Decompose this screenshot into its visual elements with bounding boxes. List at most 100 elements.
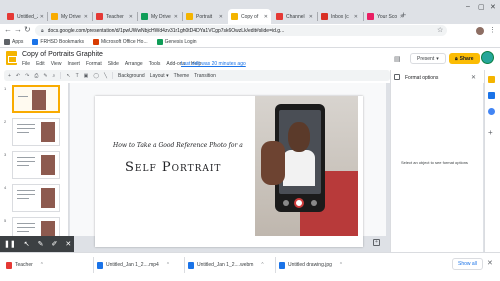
- tab-favicon-icon: [141, 13, 148, 20]
- reload-button[interactable]: ↻: [24, 25, 31, 34]
- browser-tab[interactable]: My Drive ✕: [48, 9, 91, 24]
- menu-arrange[interactable]: Arrange: [125, 61, 143, 67]
- redo-icon[interactable]: ↷: [25, 73, 29, 79]
- bookmark-apps[interactable]: Apps: [4, 39, 23, 45]
- close-tab-icon[interactable]: ✕: [219, 14, 223, 20]
- theme-button[interactable]: Theme: [174, 73, 190, 79]
- close-tab-icon[interactable]: ✕: [84, 14, 88, 20]
- forward-button[interactable]: →: [14, 25, 22, 34]
- image-icon[interactable]: ▣: [84, 73, 89, 79]
- document-title[interactable]: Copy of Portraits Graphite: [22, 51, 103, 58]
- menu-edit[interactable]: Edit: [36, 61, 45, 67]
- close-tab-icon[interactable]: ✕: [40, 14, 44, 20]
- bookmark-frhsd[interactable]: FRHSD Bookmarks: [32, 39, 84, 45]
- slides-logo-icon[interactable]: [6, 51, 17, 65]
- slide-subtitle[interactable]: How to Take a Good Reference Photo for a: [113, 142, 243, 149]
- zoom-icon[interactable]: ⌕: [53, 73, 56, 79]
- browser-tab[interactable]: Portrait ✕: [183, 9, 226, 24]
- browser-menu-icon[interactable]: ⋮: [489, 26, 496, 34]
- highlighter-icon[interactable]: ✐: [51, 240, 57, 248]
- photo-flip-icon: [311, 200, 317, 206]
- menu-tools[interactable]: Tools: [149, 61, 161, 67]
- back-button[interactable]: ←: [4, 25, 12, 34]
- slide-thumbnail[interactable]: 4: [0, 183, 68, 216]
- bookmark-star-icon[interactable]: ☆: [437, 26, 443, 34]
- slide-thumbnail[interactable]: 2: [0, 117, 68, 150]
- menu-format[interactable]: Format: [86, 61, 102, 67]
- close-tab-icon[interactable]: ✕: [354, 14, 358, 20]
- slide-thumbnail[interactable]: 3: [0, 150, 68, 183]
- tab-label: My Drive: [61, 13, 81, 20]
- bookmark-genesis[interactable]: Genesis Login: [156, 39, 197, 45]
- chevron-up-icon[interactable]: ⌃: [166, 262, 170, 268]
- profile-avatar[interactable]: [476, 27, 484, 35]
- slide-photo[interactable]: [255, 96, 358, 236]
- textbox-icon[interactable]: T: [76, 73, 79, 79]
- chevron-down-icon: ▾: [436, 55, 439, 62]
- slide-thumbnail[interactable]: 5: [0, 216, 68, 236]
- browser-tab[interactable]: My Drive ✕: [138, 9, 181, 24]
- pointer-icon[interactable]: ↖: [24, 240, 30, 248]
- slide-title[interactable]: Self Portrait: [125, 160, 221, 175]
- close-tab-icon[interactable]: ✕: [264, 14, 268, 20]
- chevron-up-icon[interactable]: ⌃: [260, 262, 264, 268]
- download-item[interactable]: Untitled_Jan 1_2....mp4 ⌃: [97, 258, 170, 272]
- comment-history-icon[interactable]: ▤: [394, 55, 401, 63]
- keep-icon[interactable]: [488, 76, 495, 83]
- tasks-icon[interactable]: [488, 92, 495, 99]
- select-tool-icon[interactable]: ↖: [66, 73, 70, 79]
- close-tab-icon[interactable]: ✕: [129, 14, 133, 20]
- browser-tab[interactable]: Copy of ✕: [228, 9, 271, 24]
- add-icon[interactable]: +: [8, 73, 11, 79]
- annotation-toolbar: ❚❚ ↖ ✎ ✐ ✕: [0, 236, 74, 252]
- chevron-up-icon[interactable]: ⌃: [40, 262, 44, 268]
- close-tab-icon[interactable]: ✕: [174, 14, 178, 20]
- download-item[interactable]: Untitled drawing.jpg ⌃: [279, 258, 343, 272]
- paint-format-icon[interactable]: ✎: [43, 73, 47, 79]
- download-item[interactable]: Teacher ⌃: [6, 258, 44, 272]
- transition-button[interactable]: Transition: [194, 73, 216, 79]
- close-window-button[interactable]: ✕: [490, 3, 496, 11]
- undo-icon[interactable]: ↶: [16, 73, 20, 79]
- menu-view[interactable]: View: [51, 61, 62, 67]
- show-all-button[interactable]: Show all: [452, 258, 483, 270]
- maximize-button[interactable]: ▢: [478, 3, 485, 11]
- close-annotation-icon[interactable]: ✕: [65, 240, 71, 248]
- photo-subject-face: [288, 122, 310, 152]
- shape-icon[interactable]: ◯: [93, 73, 99, 79]
- pen-icon[interactable]: ✎: [38, 240, 44, 248]
- calendar-icon[interactable]: [488, 108, 495, 115]
- present-button[interactable]: Present ▾: [410, 53, 446, 64]
- slide-thumbnail[interactable]: 1: [0, 84, 68, 117]
- download-item[interactable]: Untitled_Jan 1_2....webm ⌃: [188, 258, 265, 272]
- browser-tab[interactable]: Teacher ✕: [93, 9, 136, 24]
- pause-icon[interactable]: ❚❚: [4, 240, 16, 248]
- close-tab-icon[interactable]: ✕: [309, 14, 313, 20]
- new-tab-button[interactable]: +: [401, 10, 406, 20]
- account-avatar[interactable]: [481, 51, 494, 64]
- layout-button[interactable]: Layout ▾: [150, 73, 169, 79]
- menu-file[interactable]: File: [22, 61, 30, 67]
- menu-slide[interactable]: Slide: [108, 61, 119, 67]
- background-button[interactable]: Background: [118, 73, 145, 79]
- browser-tab[interactable]: Untitled_Jan✕: [4, 9, 47, 24]
- editing-toolbar: + ↶ ↷ ⎙ ✎ ⌕ ↖ T ▣ ◯ ╲ Background Layout …: [4, 70, 390, 81]
- thumbnail-text-line: [17, 227, 35, 228]
- chevron-up-icon[interactable]: ⌃: [339, 262, 343, 268]
- minimize-button[interactable]: –: [466, 3, 470, 10]
- thumbnail-text-line: [17, 132, 29, 133]
- photo-shutter-icon: [294, 198, 304, 208]
- line-icon[interactable]: ╲: [104, 73, 107, 79]
- url-input[interactable]: 🔒︎ docs.google.com/presentation/d/1pwUWw…: [35, 25, 447, 36]
- close-downloads-icon[interactable]: ✕: [487, 259, 493, 267]
- menu-insert[interactable]: Insert: [67, 61, 80, 67]
- close-icon[interactable]: ✕: [471, 74, 476, 81]
- browser-tab[interactable]: Inbox (c ✕: [318, 9, 361, 24]
- explore-icon[interactable]: +: [373, 239, 380, 246]
- last-edit-link[interactable]: Last edit was 20 minutes ago: [181, 61, 246, 67]
- add-ons-plus-icon[interactable]: +: [488, 128, 493, 137]
- print-icon[interactable]: ⎙: [34, 73, 38, 79]
- bookmark-microsoft-office[interactable]: Microsoft Office Ho...: [93, 39, 148, 45]
- share-button[interactable]: 🔒︎ Share: [449, 53, 480, 64]
- browser-tab[interactable]: Channel ✕: [273, 9, 316, 24]
